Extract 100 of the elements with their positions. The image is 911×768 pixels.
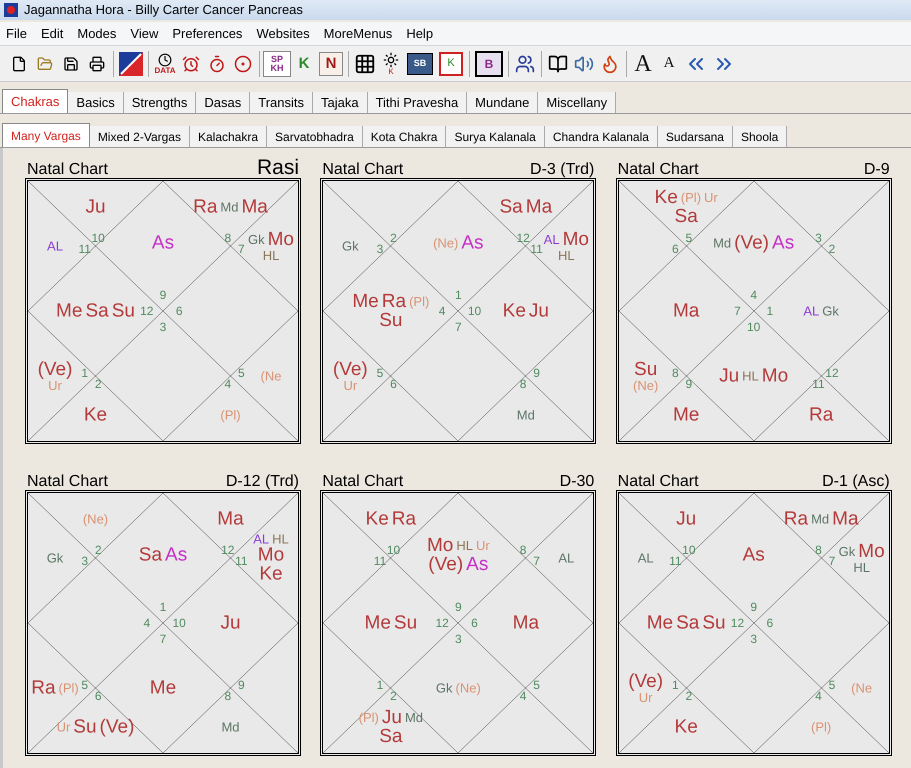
planet-label: Mo: [562, 230, 589, 249]
menu-item[interactable]: Edit: [40, 24, 64, 44]
planet-label: AL: [803, 304, 820, 318]
planet-label: Ma: [526, 198, 552, 216]
star-button[interactable]: K: [378, 50, 404, 78]
tab[interactable]: Chandra Kalanala: [544, 126, 658, 147]
tab[interactable]: Kota Chakra: [362, 126, 446, 147]
planet-label: Me: [352, 292, 379, 311]
planet-label: Ke: [502, 302, 526, 320]
planet-label: Ju: [528, 302, 549, 320]
sign-number: 9: [686, 378, 692, 390]
menu-item[interactable]: File: [6, 24, 27, 44]
planet-label: (Pl): [220, 408, 241, 422]
planet-label: HL: [272, 532, 289, 546]
folder-icon: [37, 56, 53, 72]
planet-label: Me: [672, 406, 700, 424]
sign-number: 10: [386, 544, 400, 556]
tab[interactable]: Miscellany: [538, 92, 616, 113]
planet-label: (Ne: [851, 682, 872, 694]
planet-label: Su: [702, 614, 726, 632]
planet-label: Ur: [48, 379, 62, 392]
grid-icon: [354, 52, 376, 74]
circle-icon: [234, 54, 252, 72]
planet-label: Me: [646, 614, 674, 632]
planet-label: Sa: [674, 207, 698, 226]
sign-number: 5: [828, 679, 836, 692]
birth-data-button[interactable]: DATA: [152, 50, 178, 78]
sign-number: 8: [672, 367, 679, 380]
menu-item[interactable]: Modes: [77, 24, 116, 44]
tab[interactable]: Many Vargas: [2, 123, 90, 147]
tab[interactable]: Transits: [250, 92, 313, 113]
menu-item[interactable]: MoreMenus: [324, 24, 392, 44]
menu-item[interactable]: View: [130, 24, 158, 44]
planet-label: Md: [220, 200, 238, 214]
kh-label: KH: [270, 64, 284, 72]
tab[interactable]: Kalachakra: [190, 126, 268, 147]
sign-number: 7: [454, 320, 462, 333]
tab[interactable]: Basics: [68, 92, 124, 113]
key-button[interactable]: K: [291, 50, 317, 78]
planet-label: Su: [112, 302, 135, 320]
varga-label: D-1 (Asc): [822, 474, 890, 490]
planet-label: Sa: [85, 302, 109, 320]
b-grid-button[interactable]: B: [475, 50, 503, 76]
planet-label: Ju: [719, 366, 740, 386]
tab[interactable]: Sudarsana: [658, 126, 733, 147]
planet-label: As: [772, 234, 794, 253]
planet-label: Su: [379, 311, 402, 330]
sb-button[interactable]: SB: [407, 52, 433, 74]
sign-number: 9: [533, 367, 540, 380]
speaker-icon: [574, 54, 594, 74]
menu-item[interactable]: Help: [406, 24, 434, 44]
tab[interactable]: Tajaka: [312, 92, 368, 113]
planet-label: Ur: [56, 720, 70, 734]
sign-number: 7: [238, 242, 245, 255]
font-smaller-button[interactable]: A: [656, 50, 682, 78]
planet-label: (Ne): [456, 682, 481, 694]
planet-label: Gk: [436, 682, 452, 694]
menu-item[interactable]: Preferences: [172, 24, 242, 44]
varga-label: Rasi: [256, 157, 299, 178]
tab[interactable]: Sarvatobhadra: [267, 126, 363, 147]
font-larger-button[interactable]: A: [630, 50, 656, 78]
tab[interactable]: Dasas: [196, 92, 250, 113]
tab[interactable]: Mundane: [467, 92, 538, 113]
planet-label: HL: [742, 370, 759, 382]
sign-number: 9: [238, 679, 245, 692]
box-k-button[interactable]: K: [439, 52, 463, 76]
chart-title: Natal Chart: [618, 162, 699, 178]
planet-label: HL: [262, 249, 280, 262]
sign-number: 11: [530, 242, 543, 255]
chart-button[interactable]: [117, 50, 145, 78]
sign-number: 10: [682, 544, 696, 556]
planet-label: Mo: [426, 536, 454, 556]
sign-number: 3: [376, 242, 384, 255]
planet-label: HL: [853, 561, 870, 574]
planet-label: Ju: [220, 614, 241, 632]
n-button[interactable]: N: [319, 52, 343, 76]
sign-number: 8: [815, 544, 822, 556]
menu-item[interactable]: Websites: [256, 24, 310, 44]
tab[interactable]: Surya Kalanala: [446, 126, 545, 147]
tab[interactable]: Chakras: [2, 89, 68, 113]
sign-number: 6: [672, 242, 679, 255]
sp-kh-button[interactable]: SP KH: [263, 50, 291, 76]
planet-label: Me: [150, 678, 176, 698]
sign-number: 3: [815, 232, 822, 244]
chart-icon: [119, 52, 143, 76]
tab[interactable]: Strengths: [124, 92, 196, 113]
planet-label: Me: [56, 302, 82, 320]
sign-number: 2: [390, 232, 397, 244]
sign-number: 4: [815, 690, 822, 702]
sign-number: 1: [160, 601, 166, 614]
planet-label: Ra: [382, 292, 406, 311]
planet-label: Gk: [838, 545, 856, 558]
tab[interactable]: Mixed 2-Vargas: [90, 126, 190, 147]
planet-label: As: [466, 555, 488, 574]
planet-label: Mo: [258, 546, 284, 564]
tab[interactable]: Shoola: [732, 126, 788, 147]
sign-number: 11: [812, 378, 825, 390]
planet-label: Sa: [138, 546, 162, 565]
tab[interactable]: Tithi Pravesha: [368, 92, 468, 113]
sign-number: 4: [750, 289, 757, 302]
